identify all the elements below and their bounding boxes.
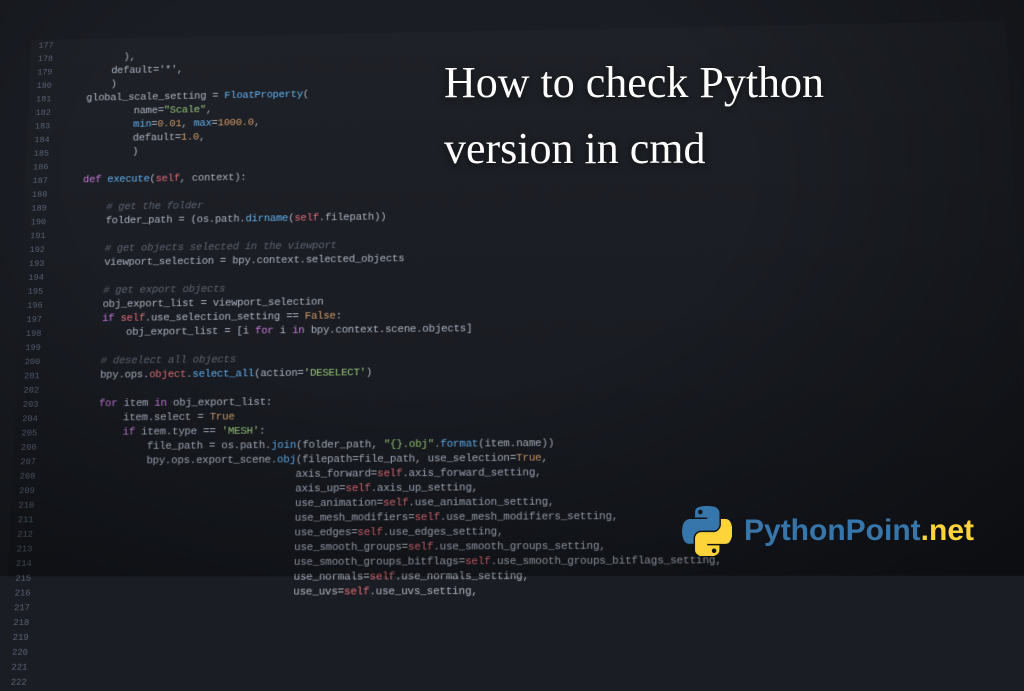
line-number: 211 — [10, 513, 40, 528]
line-number: 200 — [17, 356, 46, 370]
code-line: viewport_selection = bpy.context.selecte… — [55, 254, 404, 270]
line-number: 195 — [20, 285, 49, 299]
line-number: 214 — [8, 557, 38, 572]
code-line — [59, 162, 65, 173]
article-title: How to check Python version in cmd — [444, 50, 964, 182]
code-line: folder_path = (os.path.dirname(self.file… — [57, 212, 386, 228]
line-number: 184 — [27, 134, 56, 148]
code-line: file_path = os.path.join(folder_path, "{… — [48, 438, 554, 453]
python-logo-icon — [682, 506, 732, 556]
line-number: 213 — [9, 543, 39, 558]
line-number: 208 — [12, 470, 42, 485]
line-number: 215 — [7, 572, 37, 587]
code-line — [57, 230, 63, 241]
code-line — [55, 272, 62, 283]
code-line: # get objects selected in the viewport — [56, 241, 337, 256]
code-line: ) — [63, 79, 117, 91]
code-line: use_smooth_groups=self.use_smooth_groups… — [44, 541, 606, 555]
brand-logo: PythonPoint.net — [682, 506, 974, 556]
line-number: 187 — [25, 175, 54, 189]
line-number: 179 — [30, 66, 58, 80]
line-number: 182 — [28, 107, 57, 121]
code-line: ) — [60, 147, 139, 159]
code-line: use_smooth_groups_bitflags=self.use_smoo… — [43, 555, 722, 570]
code-line: default='*', — [63, 65, 183, 78]
code-line: def execute(self, context): — [59, 173, 247, 187]
line-number: 209 — [11, 484, 41, 499]
code-line: min=0.01, max=1000.0, — [61, 118, 260, 132]
line-number: 199 — [18, 341, 47, 355]
line-number: 203 — [15, 398, 44, 413]
line-number: 196 — [19, 299, 48, 313]
code-line — [52, 342, 59, 353]
code-line: obj_export_list = viewport_selection — [54, 297, 324, 311]
line-number: 218 — [5, 616, 35, 631]
line-number: 205 — [14, 427, 43, 442]
brand-tld: .net — [921, 514, 974, 547]
code-line: ), — [64, 52, 136, 64]
code-line: bpy.ops.export_scene.obj(filepath=file_p… — [47, 453, 548, 468]
code-line: default=1.0, — [61, 132, 206, 145]
line-number: 193 — [21, 257, 50, 271]
line-number: 191 — [23, 230, 52, 244]
code-line: bpy.ops.object.select_all(action='DESELE… — [51, 367, 372, 381]
code-line: # get export objects — [54, 284, 225, 297]
line-number: 181 — [29, 93, 58, 107]
line-number: 221 — [3, 661, 33, 676]
code-line — [50, 385, 57, 396]
code-line: for item in obj_export_list: — [50, 397, 273, 410]
line-number: 180 — [29, 80, 57, 94]
line-number: 192 — [22, 243, 51, 257]
code-line: # deselect all objects — [51, 355, 236, 368]
line-number: 186 — [26, 161, 55, 175]
code-line: axis_up=self.axis_up_setting, — [46, 483, 478, 497]
line-number: 204 — [14, 412, 43, 427]
line-number: 194 — [21, 271, 50, 285]
line-number: 210 — [11, 499, 41, 514]
line-number: 216 — [7, 587, 37, 602]
line-number: 188 — [24, 188, 53, 202]
line-number: 183 — [27, 120, 56, 134]
code-line: # get the folder — [58, 201, 204, 214]
line-number: 185 — [26, 147, 55, 161]
line-number: 219 — [5, 631, 35, 646]
line-number: 189 — [24, 202, 53, 216]
code-line: use_uvs=self.use_uvs_setting, — [42, 586, 478, 599]
code-line: global_scale_setting = FloatProperty( — [62, 89, 309, 104]
line-number: 206 — [13, 441, 42, 456]
line-number: 207 — [13, 455, 42, 470]
code-line: use_normals=self.use_normals_setting, — [42, 571, 528, 585]
line-number: 177 — [31, 39, 59, 53]
code-line: if item.type == 'MESH': — [48, 426, 265, 439]
brand-text: PythonPoint.net — [744, 514, 974, 548]
line-number: 222 — [3, 676, 33, 691]
brand-name: PythonPoint — [744, 514, 921, 547]
line-number: 198 — [18, 327, 47, 341]
code-line: axis_forward=self.axis_forward_setting, — [47, 467, 542, 482]
code-line: obj_export_list = [i for i in bpy.contex… — [53, 324, 473, 340]
line-number: 197 — [19, 313, 48, 327]
code-line: use_edges=self.use_edges_setting, — [44, 527, 503, 541]
line-number: 178 — [30, 53, 58, 67]
code-line: item.select = True — [49, 412, 235, 425]
line-number: 202 — [16, 384, 45, 398]
code-line: name="Scale", — [62, 105, 212, 118]
code-line — [58, 189, 64, 200]
code-line: use_mesh_modifiers=self.use_mesh_modifie… — [45, 511, 618, 526]
line-number: 190 — [23, 216, 52, 230]
code-line: if self.use_selection_setting == False: — [53, 311, 342, 326]
line-number: 217 — [6, 601, 36, 616]
code-line: use_animation=self.use_animation_setting… — [45, 497, 554, 512]
line-number: 212 — [9, 528, 39, 543]
line-number: 201 — [16, 370, 45, 384]
line-number: 220 — [4, 646, 34, 661]
